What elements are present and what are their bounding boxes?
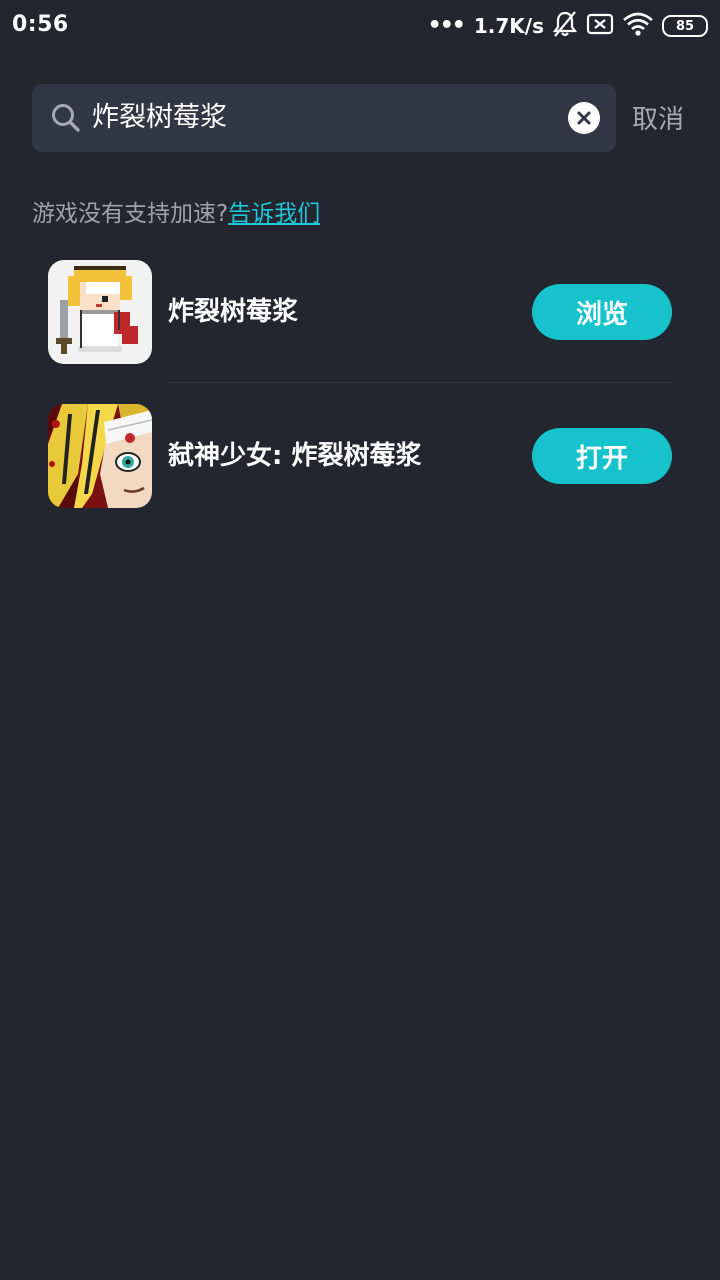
unsupported-game-notice: 游戏没有支持加速?告诉我们 [32, 194, 320, 228]
status-bar: 0:56 ••• 1.7K/s 85 [0, 0, 720, 52]
anime-girl-game-icon[interactable] [48, 404, 152, 508]
tell-us-link[interactable]: 告诉我们 [228, 201, 320, 227]
clear-search-button[interactable] [568, 102, 600, 134]
pixel-knight-game-icon[interactable] [48, 260, 152, 364]
app-name: 弑神少女: 炸裂树莓浆 [168, 441, 422, 471]
notice-text: 游戏没有支持加速? [32, 201, 229, 227]
wifi-icon [622, 11, 654, 41]
screen: 0:56 ••• 1.7K/s 85 炸裂树莓浆 取消 游戏没有支持加速?告诉我… [0, 0, 720, 1280]
cancel-button[interactable]: 取消 [632, 99, 684, 136]
status-time: 0:56 [12, 12, 69, 37]
result-item[interactable]: 弑神少女: 炸裂树莓浆 打开 [48, 404, 672, 508]
network-speed: 1.7K/s [473, 14, 544, 38]
search-input[interactable] [92, 84, 562, 152]
close-icon [577, 111, 591, 125]
browse-button[interactable]: 浏览 [532, 284, 672, 340]
row-divider [168, 382, 672, 383]
open-button[interactable]: 打开 [532, 428, 672, 484]
mute-bell-icon [552, 10, 578, 42]
battery-indicator: 85 [662, 15, 708, 37]
battery-level: 85 [675, 18, 695, 34]
status-dots: ••• [427, 13, 466, 38]
result-item[interactable]: 炸裂树莓浆 浏览 [48, 260, 672, 364]
app-name: 炸裂树莓浆 [168, 297, 299, 327]
search-box [32, 84, 616, 152]
no-sim-icon [586, 12, 614, 40]
search-icon [50, 102, 82, 134]
status-right: ••• 1.7K/s 85 [428, 10, 708, 42]
